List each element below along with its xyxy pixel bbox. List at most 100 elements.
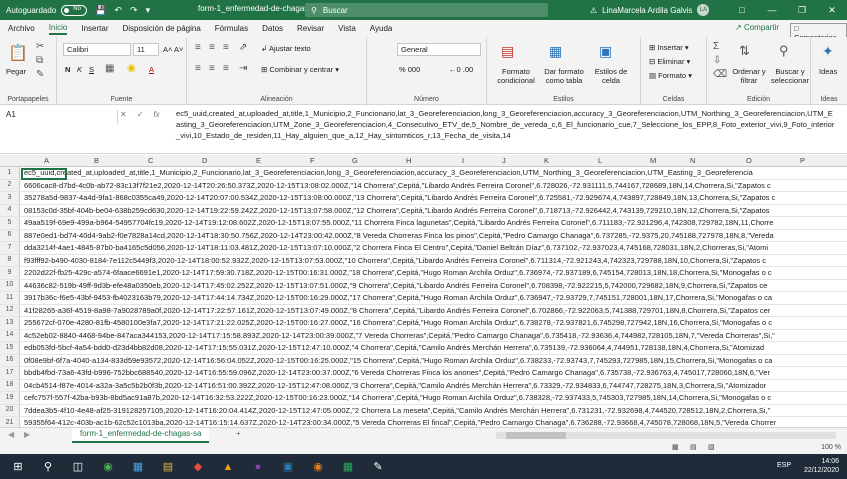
column-header[interactable]: M xyxy=(650,156,656,165)
row-number[interactable]: 2 xyxy=(0,179,20,192)
media-icon[interactable]: ▲ xyxy=(216,454,240,479)
row-cell[interactable]: 7ddea3b5-4f10-4e48-af25-319128257105,202… xyxy=(20,406,770,415)
fill-icon[interactable]: ⇩ xyxy=(713,55,721,66)
table-row[interactable]: 17 bbdb4fbd-73a6-43fd-b996-752bbc688540,2… xyxy=(0,367,847,380)
page-break-icon[interactable]: ▧ xyxy=(708,443,715,451)
row-number[interactable]: 17 xyxy=(0,367,20,379)
spreadsheet-grid[interactable]: A B C D E F G H I J K L M N O P 1 ec5_uui… xyxy=(0,155,847,427)
column-header[interactable]: E xyxy=(256,156,261,165)
row-number[interactable]: 3 xyxy=(0,192,20,204)
formula-input[interactable]: ec5_uuid,created_at,uploaded_at,title,1_… xyxy=(176,108,836,141)
share-button[interactable]: ↗ Compartir xyxy=(735,23,779,32)
table-row[interactable]: 1 ec5_uuid,created_at,uploaded_at,title,1… xyxy=(0,167,847,180)
column-header[interactable]: P xyxy=(800,156,805,165)
table-row[interactable]: 19 cefc757f-557f-42ba-b93b-8bd5ac91a87b,2… xyxy=(0,392,847,405)
close-icon[interactable]: ✕ xyxy=(817,0,847,20)
row-cell[interactable]: 08153c0d-35bf-404b-be04-638b259cd630,202… xyxy=(20,206,770,215)
menu-vista[interactable]: Vista xyxy=(338,24,356,33)
table-row[interactable]: 18 04cb4514-f87e-4014-a32a-3a5c5b2b0f3b,2… xyxy=(0,379,847,392)
column-header[interactable]: I xyxy=(462,156,464,165)
row-cell[interactable]: 0f08e9bf-6f7a-4040-a134-833d59e93572,202… xyxy=(20,356,772,365)
row-number[interactable]: 9 xyxy=(0,267,20,279)
column-header[interactable]: L xyxy=(598,156,602,165)
table-row[interactable]: 12 41f28265-a36f-4519-8a98-7a9028789a0f,2… xyxy=(0,304,847,317)
save-icon[interactable]: 💾 xyxy=(95,5,106,16)
font-name-select[interactable]: Calibri xyxy=(63,43,131,56)
column-header[interactable]: B xyxy=(94,156,99,165)
column-header[interactable]: J xyxy=(502,156,506,165)
conditional-format-label[interactable]: Formato condicional xyxy=(495,67,537,85)
column-header[interactable]: F xyxy=(310,156,315,165)
table-row[interactable]: 16 0f08e9bf-6f7a-4040-a134-833d59e93572,2… xyxy=(0,354,847,367)
row-number[interactable]: 6 xyxy=(0,229,20,242)
conditional-format-icon[interactable]: ▤ xyxy=(501,43,514,60)
column-header[interactable]: N xyxy=(690,156,695,165)
undo-icon[interactable]: ↶ xyxy=(114,5,122,16)
fill-color-icon[interactable]: ◉ xyxy=(127,63,136,74)
ideas-icon[interactable]: ✦ xyxy=(822,43,834,60)
column-header[interactable]: O xyxy=(746,156,752,165)
redo-icon[interactable]: ↷ xyxy=(130,5,138,16)
column-header[interactable]: G xyxy=(352,156,358,165)
row-number[interactable]: 4 xyxy=(0,204,20,217)
sort-filter-icon[interactable]: ⇅ xyxy=(739,43,750,59)
word-icon[interactable]: ▣ xyxy=(276,454,300,479)
format-table-label[interactable]: Dar formato como tabla xyxy=(541,67,587,85)
row-number[interactable]: 19 xyxy=(0,392,20,404)
add-sheet-button[interactable]: + xyxy=(236,429,241,438)
row-cell[interactable]: bbdb4fbd-73a6-43fd-b996-752bbc688540,202… xyxy=(20,368,770,377)
table-row[interactable]: 5 49aa519f-69e9-499a-b964-54957704fc19,20… xyxy=(0,217,847,230)
row-cell[interactable]: dda3214f-4ae1-4845-87b0-ba4165c5d056,202… xyxy=(20,243,768,252)
row-number[interactable]: 18 xyxy=(0,379,20,392)
paint-icon[interactable]: ✎ xyxy=(366,454,390,479)
menu-ayuda[interactable]: Ayuda xyxy=(370,24,393,33)
menu-revisar[interactable]: Revisar xyxy=(297,24,324,33)
column-header[interactable]: D xyxy=(202,156,207,165)
table-row[interactable]: 8 f93fff92-b490-4030-8184-7e112c5449f3,20… xyxy=(0,254,847,267)
menu-disposicion[interactable]: Disposición de página xyxy=(123,24,201,33)
row-number[interactable]: 14 xyxy=(0,329,20,342)
sheet-tab[interactable]: form-1_enfermedad-de-chagas-sa xyxy=(72,428,210,443)
align-middle-icon[interactable]: ≡ xyxy=(209,42,215,53)
user-account[interactable]: ⚠ LinaMarcela Ardila Galvis LA xyxy=(590,4,710,16)
row-cell[interactable]: 2202d22f-fb25-429c-a574-6faace6691e1,202… xyxy=(20,268,772,277)
cancel-icon[interactable]: ✕ xyxy=(120,110,127,119)
indent-icon[interactable]: ⇥ xyxy=(239,63,247,74)
row-cell[interactable]: 35278a5d-9837-4a4d-9fa1-868c0355ca49,202… xyxy=(20,193,775,202)
orientation-icon[interactable]: ⇗ xyxy=(239,42,247,53)
minimize-icon[interactable]: — xyxy=(757,0,787,20)
task-view-icon[interactable]: ◫ xyxy=(66,454,90,479)
font-size-select[interactable]: 11 xyxy=(133,43,159,56)
excel-icon[interactable]: ▦ xyxy=(336,454,360,479)
language-indicator[interactable]: ESP xyxy=(777,462,791,469)
row-cell[interactable]: ec5_uuid,created_at,uploaded_at,title,1_… xyxy=(20,168,753,177)
row-number[interactable]: 8 xyxy=(0,254,20,267)
format-button[interactable]: ▤ Formato ▾ xyxy=(649,71,692,80)
zoom-level[interactable]: 100 % xyxy=(821,444,841,451)
autosave-toggle[interactable]: No xyxy=(61,4,88,16)
percent-button[interactable]: % 000 xyxy=(399,65,420,74)
menu-archivo[interactable]: Archivo xyxy=(8,24,35,33)
row-cell[interactable]: 3917b36c-f6e5-43bf-9453-fb4023163b79,202… xyxy=(20,293,772,302)
column-header[interactable]: H xyxy=(406,156,411,165)
row-cell[interactable]: 44636c82-519b-49ff-9d3b-efe48a0350eb,202… xyxy=(20,281,767,290)
row-cell[interactable]: 4c52eb02-8840-4468-94be-847aca344153,202… xyxy=(20,331,775,340)
horizontal-scrollbar[interactable] xyxy=(496,432,836,439)
align-right-icon[interactable]: ≡ xyxy=(223,63,229,74)
decimals-button[interactable]: ←0 .00 xyxy=(449,65,473,74)
row-cell[interactable]: 49aa519f-69e9-499a-b964-54957704fc19,202… xyxy=(20,218,773,227)
row-number[interactable]: 12 xyxy=(0,304,20,317)
table-row[interactable]: 21 59355f64-412c-403b-ac1b-62c52c1013ba,2… xyxy=(0,417,847,427)
row-cell[interactable]: 887e0ed1-bd74-40d4-9ab2-f0e7828a14cd,202… xyxy=(20,231,774,240)
column-header[interactable]: K xyxy=(544,156,549,165)
format-table-icon[interactable]: ▦ xyxy=(549,43,562,60)
align-center-icon[interactable]: ≡ xyxy=(209,63,215,74)
table-row[interactable]: 11 3917b36c-f6e5-43bf-9453-fb4023163b79,2… xyxy=(0,292,847,305)
table-row[interactable]: 14 4c52eb02-8840-4468-94be-847aca344153,2… xyxy=(0,329,847,342)
row-cell[interactable]: 255672cf-070e-4280-81fb-4580100e3fa7,202… xyxy=(20,318,772,327)
table-row[interactable]: 7 dda3214f-4ae1-4845-87b0-ba4165c5d056,20… xyxy=(0,242,847,255)
find-select-icon[interactable]: ⚲ xyxy=(779,43,789,59)
align-left-icon[interactable]: ≡ xyxy=(195,63,201,74)
align-bottom-icon[interactable]: ≡ xyxy=(223,42,229,53)
table-row[interactable]: 20 7ddea3b5-4f10-4e48-af25-319128257105,2… xyxy=(0,404,847,417)
